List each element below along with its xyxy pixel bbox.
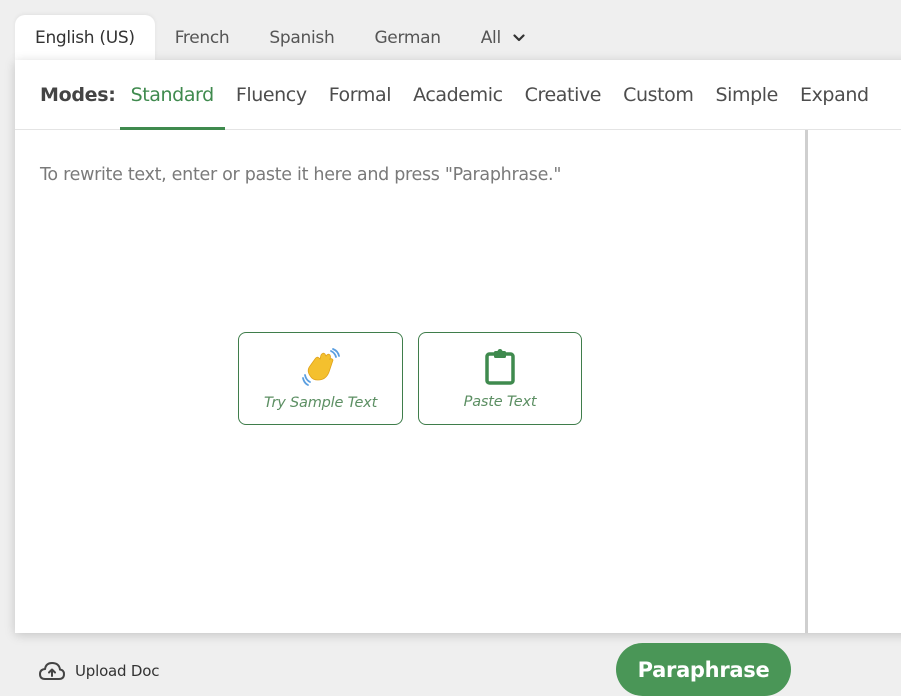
waving-hand-icon <box>301 347 341 391</box>
tab-label: German <box>374 27 441 48</box>
modes-label: Modes: <box>40 83 116 106</box>
mode-fluency[interactable]: Fluency <box>225 60 318 129</box>
mode-standard[interactable]: Standard <box>119 60 226 130</box>
tab-english-us[interactable]: English (US) <box>15 15 155 60</box>
editor-placeholder: To rewrite text, enter or paste it here … <box>40 165 562 185</box>
mode-creative[interactable]: Creative <box>514 60 612 129</box>
upload-doc-button[interactable]: Upload Doc <box>37 660 160 682</box>
upload-doc-label: Upload Doc <box>75 662 160 680</box>
output-panel <box>808 130 901 633</box>
tab-french[interactable]: French <box>155 15 250 60</box>
paraphrase-button[interactable]: Paraphrase <box>616 643 791 696</box>
try-sample-text-button[interactable]: Try Sample Text <box>238 332 403 425</box>
mode-formal[interactable]: Formal <box>318 60 402 129</box>
cloud-upload-icon <box>38 661 66 680</box>
tab-label: French <box>174 27 230 48</box>
chevron-down-icon <box>513 33 525 42</box>
mode-expand[interactable]: Expand <box>789 60 880 129</box>
paste-text-label: Paste Text <box>463 393 537 410</box>
tab-label: All <box>480 27 501 48</box>
tab-german[interactable]: German <box>354 15 460 60</box>
language-tabs: English (US) French Spanish German All <box>15 15 545 60</box>
tab-label: English (US) <box>35 27 135 48</box>
tab-label: Spanish <box>269 27 335 48</box>
paste-text-button[interactable]: Paste Text <box>418 332 582 425</box>
clipboard-icon <box>483 348 517 390</box>
try-sample-text-label: Try Sample Text <box>263 394 378 411</box>
mode-custom[interactable]: Custom <box>612 60 704 129</box>
modes-bar: Modes: Standard Fluency Formal Academic … <box>15 60 901 130</box>
input-editor[interactable]: To rewrite text, enter or paste it here … <box>15 130 805 696</box>
mode-simple[interactable]: Simple <box>704 60 788 129</box>
paraphraser-card: Modes: Standard Fluency Formal Academic … <box>15 60 901 696</box>
tab-spanish[interactable]: Spanish <box>249 15 354 60</box>
tab-all-dropdown[interactable]: All <box>461 15 545 60</box>
mode-academic[interactable]: Academic <box>402 60 514 129</box>
